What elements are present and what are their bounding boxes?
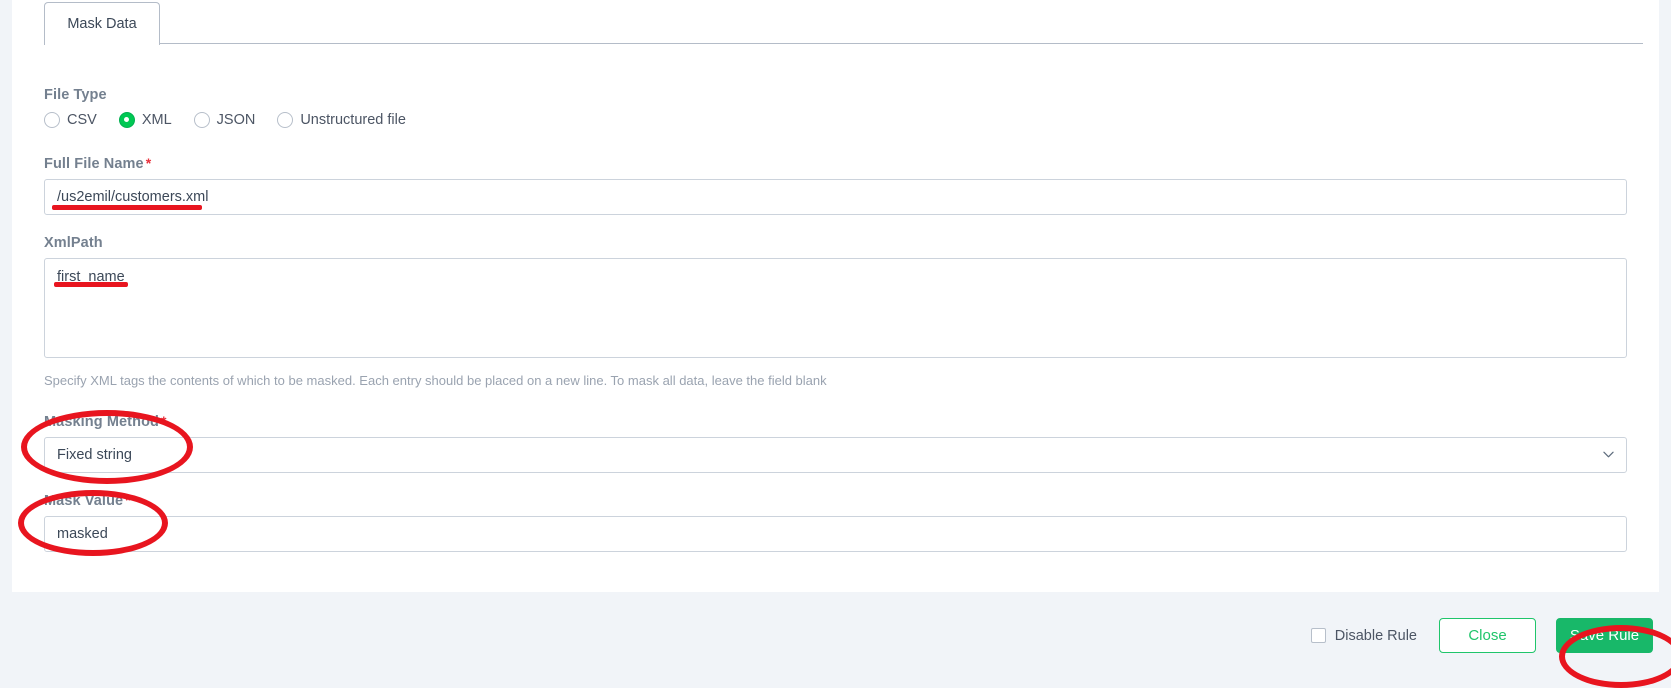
disable-rule-label: Disable Rule [1334,627,1417,644]
save-rule-button-label: Save Rule [1569,627,1640,644]
required-marker-full-file-name: * [145,155,152,171]
file-type-radio-row: CSV XML JSON Unstructured file [44,112,428,128]
full-file-name-label-text: Full File Name [44,156,144,172]
xml-path-group: XmlPath Specify XML tags the contents of… [44,235,1627,388]
radio-label-unstructured-file: Unstructured file [300,112,406,128]
tab-mask-data-label: Mask Data [67,16,137,32]
masking-method-label-text: Masking Method [44,414,159,430]
radio-option-csv[interactable]: CSV [44,112,97,128]
masking-method-group: Masking Method * Fixed string [44,413,1627,473]
required-marker-masking-method: * [161,413,167,429]
xml-path-help-text: Specify XML tags the contents of which t… [44,373,827,388]
masking-method-select[interactable]: Fixed string [44,437,1627,473]
dialog-footer: Disable Rule Close Save Rule [0,592,1671,681]
xml-path-textarea[interactable] [44,258,1627,358]
mask-value-label: Mask Value * [44,492,1627,509]
masking-method-select-wrap: Fixed string [44,437,1627,473]
radio-icon-json [193,112,210,128]
mask-value-label-text: Mask Value [44,493,124,509]
radio-option-xml[interactable]: XML [118,112,172,128]
radio-label-json: JSON [216,112,256,128]
mask-value-input[interactable] [44,516,1627,552]
masking-method-selected-value: Fixed string [57,447,132,463]
full-file-name-group: Full File Name * [44,155,1627,215]
tab-mask-data[interactable]: Mask Data [44,2,160,45]
required-marker-mask-value: * [125,492,131,508]
disable-rule-checkbox[interactable]: Disable Rule [1310,627,1417,644]
save-rule-button[interactable]: Save Rule [1556,618,1653,653]
file-type-group: File Type CSV XML JSON Unstructured file [44,87,428,128]
full-file-name-input[interactable] [44,179,1627,215]
close-button-label: Close [1468,627,1507,644]
full-file-name-label: Full File Name * [44,155,1627,172]
radio-icon-csv [44,112,60,128]
close-button[interactable]: Close [1439,618,1536,653]
mask-value-group: Mask Value * [44,492,1627,552]
radio-icon-unstructured-file [277,112,294,128]
radio-option-unstructured-file[interactable]: Unstructured file [277,112,406,128]
radio-label-csv: CSV [67,112,97,128]
radio-label-xml: XML [141,112,172,128]
radio-icon-xml-selected [118,112,135,128]
xml-path-label: XmlPath [44,235,103,251]
tab-strip-divider [160,43,1643,44]
checkbox-icon-disable-rule [1310,628,1326,643]
radio-option-json[interactable]: JSON [193,112,256,128]
mask-data-panel: Mask Data File Type CSV XML JSON Unstruc… [12,0,1659,592]
footer-actions: Disable Rule Close Save Rule [1310,618,1653,653]
file-type-label: File Type [44,87,107,103]
tab-strip: Mask Data [12,0,1659,45]
masking-method-label: Masking Method * [44,413,1627,430]
